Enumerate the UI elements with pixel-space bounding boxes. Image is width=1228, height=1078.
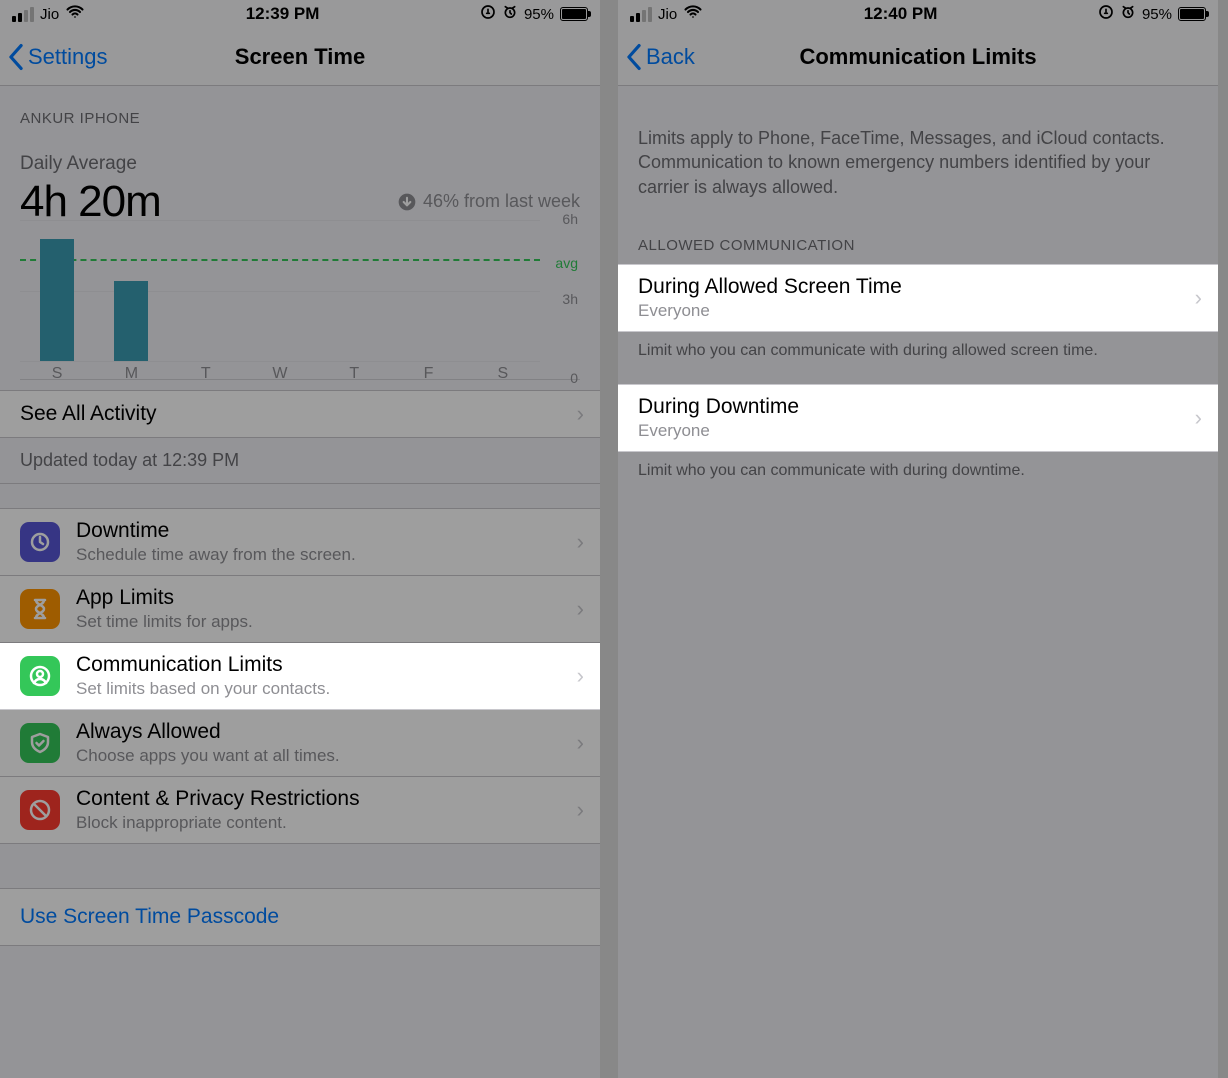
signal-icon — [12, 7, 34, 22]
row-see-all-activity[interactable]: See All Activity › — [0, 390, 600, 438]
chevron-right-icon: › — [577, 596, 584, 622]
status-time: 12:39 PM — [246, 4, 320, 24]
rotation-lock-icon — [1098, 4, 1114, 24]
x-tick-label: S — [20, 365, 94, 383]
during-allowed-value: Everyone — [638, 301, 902, 321]
screen-screen-time: Jio 12:39 PM 95% Settings Screen Time AN… — [0, 0, 600, 1078]
chevron-right-icon: › — [1195, 285, 1202, 311]
chevron-right-icon: › — [577, 730, 584, 756]
chevron-left-icon — [626, 43, 642, 71]
alarm-icon — [1120, 4, 1136, 24]
arrow-down-circle-icon — [397, 192, 417, 212]
bar-S — [40, 239, 74, 361]
battery-icon — [1178, 7, 1206, 21]
rotation-lock-icon — [480, 4, 496, 24]
description-text: Limits apply to Phone, FaceTime, Message… — [618, 86, 1218, 213]
chevron-right-icon: › — [577, 797, 584, 823]
alarm-icon — [502, 4, 518, 24]
screen-communication-limits: Jio 12:40 PM 95% Back Communication Limi… — [618, 0, 1218, 1078]
row-downtime[interactable]: Downtime Schedule time away from the scr… — [0, 508, 600, 576]
x-tick-label: W — [243, 365, 317, 383]
row-during-allowed[interactable]: During Allowed Screen Time Everyone › — [618, 264, 1218, 332]
row-always-allowed[interactable]: Always Allowed Choose apps you want at a… — [0, 710, 600, 777]
updated-label: Updated today at 12:39 PM — [0, 438, 600, 484]
x-tick-label: F — [391, 365, 465, 383]
battery-percent: 95% — [1142, 6, 1172, 23]
chevron-left-icon — [8, 43, 24, 71]
row-use-passcode[interactable]: Use Screen Time Passcode — [0, 888, 600, 946]
status-bar: Jio 12:39 PM 95% — [0, 0, 600, 28]
trend-text: 46% from last week — [423, 191, 580, 212]
downtime-sub: Schedule time away from the screen. — [76, 545, 356, 565]
battery-icon — [560, 7, 588, 21]
chevron-right-icon: › — [577, 401, 584, 427]
row-app-limits[interactable]: App Limits Set time limits for apps. › — [0, 576, 600, 643]
content-sub: Block inappropriate content. — [76, 813, 360, 833]
row-during-downtime[interactable]: During Downtime Everyone › — [618, 384, 1218, 452]
no-entry-icon — [20, 790, 60, 830]
x-tick-label: T — [317, 365, 391, 383]
downtime-icon — [20, 522, 60, 562]
back-label: Settings — [28, 44, 108, 70]
back-label: Back — [646, 44, 695, 70]
carrier-label: Jio — [658, 6, 677, 23]
see-all-label: See All Activity — [20, 402, 157, 426]
app-limits-title: App Limits — [76, 586, 253, 610]
during-downtime-value: Everyone — [638, 421, 799, 441]
footer-downtime: Limit who you can communicate with durin… — [618, 452, 1218, 490]
y-tick-label: 6h — [562, 211, 578, 227]
x-tick-label: S — [466, 365, 540, 383]
usage-chart[interactable]: SMTWTFS 6h3h0avg — [20, 220, 580, 380]
chevron-right-icon: › — [1195, 405, 1202, 431]
x-tick-label: T — [169, 365, 243, 383]
page-title: Communication Limits — [618, 44, 1218, 70]
status-bar: Jio 12:40 PM 95% — [618, 0, 1218, 28]
y-tick-label: 0 — [570, 370, 578, 386]
during-allowed-title: During Allowed Screen Time — [638, 275, 902, 299]
section-allowed-comm: ALLOWED COMMUNICATION — [618, 213, 1218, 264]
footer-allowed: Limit who you can communicate with durin… — [618, 332, 1218, 370]
chevron-right-icon: › — [577, 529, 584, 555]
always-title: Always Allowed — [76, 720, 340, 744]
always-sub: Choose apps you want at all times. — [76, 746, 340, 766]
row-communication-limits[interactable]: Communication Limits Set limits based on… — [0, 643, 600, 710]
during-downtime-title: During Downtime — [638, 395, 799, 419]
battery-percent: 95% — [524, 6, 554, 23]
carrier-label: Jio — [40, 6, 59, 23]
y-tick-label: 3h — [562, 291, 578, 307]
row-content-privacy[interactable]: Content & Privacy Restrictions Block ina… — [0, 777, 600, 844]
avg-label: avg — [555, 255, 578, 271]
app-limits-sub: Set time limits for apps. — [76, 612, 253, 632]
wifi-icon — [683, 2, 703, 27]
comm-limits-sub: Set limits based on your contacts. — [76, 679, 330, 699]
check-shield-icon — [20, 723, 60, 763]
status-time: 12:40 PM — [864, 4, 938, 24]
passcode-label: Use Screen Time Passcode — [20, 905, 279, 929]
bar-M — [114, 281, 148, 361]
daily-average-label: Daily Average — [20, 153, 580, 175]
x-tick-label: M — [94, 365, 168, 383]
signal-icon — [630, 7, 652, 22]
chevron-right-icon: › — [577, 663, 584, 689]
wifi-icon — [65, 2, 85, 27]
comm-limits-title: Communication Limits — [76, 653, 330, 677]
back-button[interactable]: Settings — [0, 43, 108, 71]
nav-bar: Back Communication Limits — [618, 28, 1218, 86]
hourglass-icon — [20, 589, 60, 629]
back-button[interactable]: Back — [618, 43, 695, 71]
content-title: Content & Privacy Restrictions — [76, 787, 360, 811]
nav-bar: Settings Screen Time — [0, 28, 600, 86]
device-header: ANKUR IPHONE — [0, 86, 600, 137]
contact-icon — [20, 656, 60, 696]
downtime-title: Downtime — [76, 519, 356, 543]
